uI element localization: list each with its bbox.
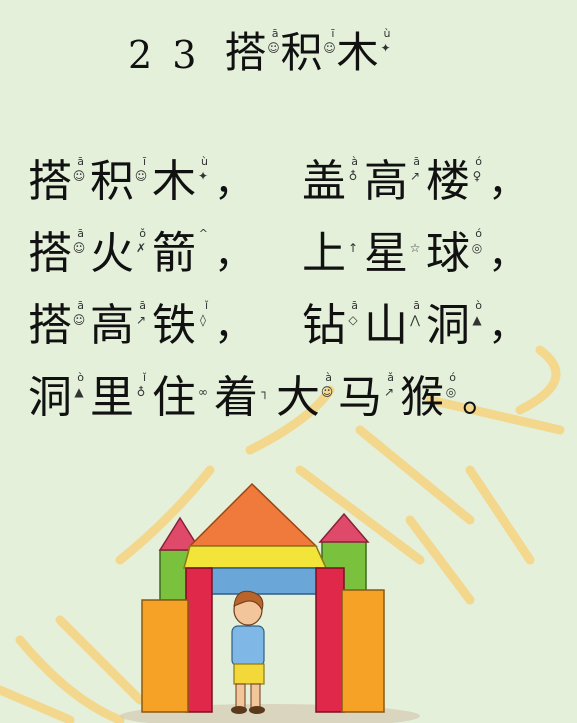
comma: ， (488, 303, 528, 349)
poem-char: 着 ┐ (214, 376, 269, 420)
poem-char: 住 ∞ (152, 372, 208, 423)
poem-char: 高 ā ↗ (364, 155, 421, 207)
comma: ， (214, 303, 254, 349)
comma: ， (214, 159, 254, 205)
poem-line-4: 洞 ò ▲ 里 ǐ ♁ 住 ∞ 着 ┐ 大 à ☺ 马 ǎ ↗ 猴 ó ◎ 。 (28, 362, 568, 434)
poem-char: 里 ǐ ♁ (90, 371, 146, 423)
poem-char: 高 ā ↗ (90, 299, 147, 351)
poem-char: 火 ǒ ✗ (90, 227, 147, 279)
pictogram-icon: ◇ (348, 313, 358, 327)
pictogram-icon: ↗ (383, 385, 395, 399)
pictogram-icon: ☺ (323, 41, 336, 55)
pictogram-icon: ▲ (472, 313, 482, 327)
pictogram-icon: ↗ (409, 169, 421, 183)
poem-char: 搭 ā ☺ (28, 299, 86, 351)
period: 。 (462, 375, 502, 421)
poem-char: 球 ó ◎ (426, 227, 483, 279)
poem-char: 搭 ā ☺ (28, 227, 86, 279)
poem-char: 木 ù ✦ (152, 155, 209, 207)
title-char: 木 ù ✦ (336, 27, 391, 77)
pictogram-icon: ♁ (348, 169, 358, 183)
poem-char: 洞 ò ▲ (28, 371, 84, 423)
pictogram-icon: ↗ (135, 313, 147, 327)
textbook-page: 2 3 搭 ā ☺ 积 ī ☺ 木 ù ✦ 搭 ā ☺ 积 ī ☺ 木 ù ✦ ， 盖 à ♁ 高 ā ↗ 楼ó… (0, 0, 577, 723)
poem-char: 楼 ó ♀ (426, 155, 482, 207)
pictogram-icon: ☺ (72, 241, 86, 255)
poem-char: 大 à ☺ (276, 371, 334, 423)
pictogram-icon: ☆ (409, 241, 421, 255)
poem-char: 搭 ā ☺ (28, 155, 86, 207)
pictogram-icon: ☺ (320, 385, 334, 399)
pictogram-icon: ◊ (200, 313, 206, 327)
comma: ， (488, 159, 528, 205)
pictogram-icon: ▲ (74, 385, 84, 399)
pictogram-icon: ┐ (261, 385, 269, 399)
pictogram-icon: ♀ (472, 169, 482, 183)
boy-with-building-blocks-icon (120, 482, 420, 723)
pictogram-icon: ◎ (445, 385, 457, 399)
pictogram-icon: ✦ (197, 169, 209, 183)
poem-char: 铁 ǐ ◊ (152, 299, 208, 351)
poem-char: 盖 à ♁ (302, 155, 358, 207)
poem-char: 马 ǎ ↗ (338, 371, 395, 423)
poem: 搭 ā ☺ 积 ī ☺ 木 ù ✦ ， 盖 à ♁ 高 ā ↗ 楼 ó ♀ ， 搭 ā ☺ 火 ǒ ✗ 箭 ^ ，… (28, 146, 568, 434)
pictogram-icon: ♁ (136, 385, 146, 399)
lesson-title: 2 3 搭 ā ☺ 积 ī ☺ 木 ù ✦ (128, 22, 391, 77)
pictogram-icon: ☺ (267, 41, 280, 55)
boy-figure (231, 590, 265, 714)
pictogram-icon: ✦ (380, 41, 391, 55)
comma: ， (488, 231, 528, 277)
poem-line-1: 搭 ā ☺ 积 ī ☺ 木 ù ✦ ， 盖 à ♁ 高 ā ↗ 楼 ó ♀ ， (28, 146, 568, 218)
pictogram-icon: ∞ (198, 385, 208, 399)
poem-char: 洞 ò ▲ (426, 299, 482, 351)
poem-char: 山 ā ⋀ (364, 299, 420, 351)
pictogram-icon: ☺ (134, 169, 148, 183)
pictogram-icon: ☺ (72, 169, 86, 183)
poem-char: 星 ☆ (364, 228, 421, 279)
pictogram-icon: ✗ (135, 241, 147, 255)
poem-char: 上 ↑ (302, 228, 359, 279)
comma: ， (214, 231, 254, 277)
lesson-number: 2 3 (128, 33, 201, 77)
poem-char: 积 ī ☺ (90, 155, 148, 207)
pictogram-icon: ↑ (347, 241, 359, 255)
title-char: 积 ī ☺ (280, 27, 336, 77)
title-char: 搭 ā ☺ (224, 27, 280, 77)
pictogram-icon: ⋀ (410, 313, 420, 327)
poem-char: 猴 ó ◎ (400, 371, 457, 423)
poem-char: 钻 ā ◇ (302, 299, 358, 351)
pictogram-icon (196, 240, 210, 256)
poem-char: 箭 ^ (152, 227, 208, 279)
poem-line-2: 搭 ā ☺ 火 ǒ ✗ 箭 ^ ， 上 ↑ 星 ☆ 球 ó ◎ ， (28, 218, 568, 290)
pictogram-icon: ☺ (72, 313, 86, 327)
poem-line-3: 搭 ā ☺ 高 ā ↗ 铁 ǐ ◊ ， 钻 ā ◇ 山 ā ⋀ 洞 ò ▲ ， (28, 290, 568, 362)
pictogram-icon: ◎ (471, 241, 483, 255)
